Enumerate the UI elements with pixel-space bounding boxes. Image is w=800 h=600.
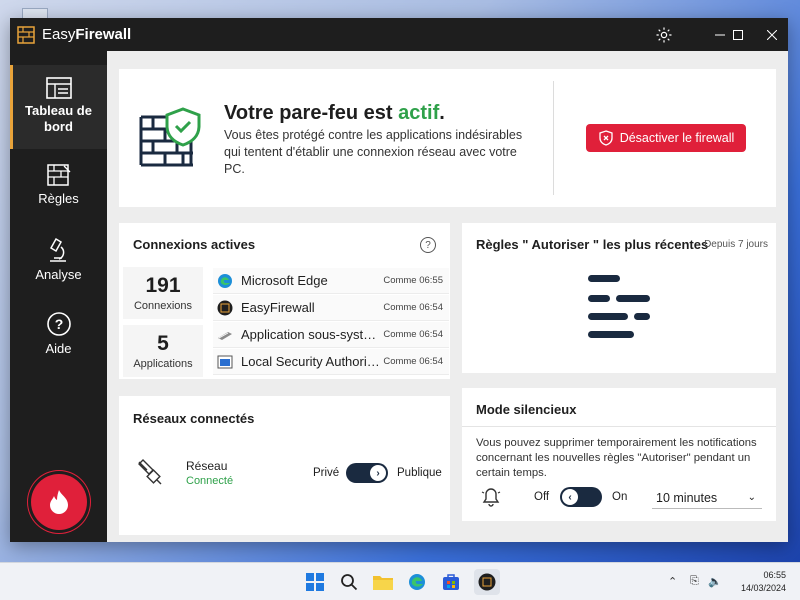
- chevron-left-icon: ‹: [562, 489, 578, 505]
- edge-browser-icon[interactable]: [406, 571, 428, 593]
- silent-title: Mode silencieux: [476, 402, 577, 417]
- network-name: Réseau: [186, 459, 228, 473]
- silent-duration-select[interactable]: 10 minutes ⌄: [652, 487, 762, 509]
- rules-title: Règles " Autoriser " les plus récentes: [476, 237, 709, 252]
- active-connections-panel: Connexions actives ? 191 Connexions 5 Ap…: [119, 223, 450, 379]
- sidebar-item-label: Analyse: [35, 267, 82, 282]
- microscope-icon: [49, 237, 66, 262]
- network-tray-icon[interactable]: ⎘: [690, 575, 699, 588]
- connection-row[interactable]: Microsoft Edge Comme 06:55: [213, 268, 449, 294]
- rules-period: Depuis 7 jours: [704, 239, 768, 250]
- disable-firewall-label: Désactiver le firewall: [619, 131, 735, 145]
- connection-name: Microsoft Edge: [241, 273, 328, 288]
- close-button[interactable]: [755, 18, 789, 51]
- connection-row[interactable]: Local Security Authorit... Comme 06:54: [213, 349, 449, 375]
- sidebar-item-label: Aide: [45, 341, 72, 356]
- edge-icon: [218, 273, 232, 288]
- divider: [553, 81, 554, 195]
- applications-label: Applications: [133, 358, 193, 370]
- firewall-status-panel: Votre pare-feu est actif. Vous êtes prot…: [119, 69, 776, 207]
- connection-row[interactable]: EasyFirewall Comme 06:54: [213, 295, 449, 321]
- connections-count: 191: [145, 274, 181, 297]
- fire-alert-button[interactable]: [31, 474, 87, 530]
- sidebar-item-label: Règles: [38, 191, 79, 206]
- clock-time: 06:55: [763, 570, 786, 580]
- connection-name: Application sous-systè...: [241, 327, 381, 342]
- connected-networks-panel: Réseaux connectés Réseau Connecté Privé …: [119, 396, 450, 535]
- divider: [462, 426, 776, 427]
- connection-name: EasyFirewall: [241, 300, 315, 315]
- shield-wall-icon: [139, 107, 201, 167]
- title-bar: EasyFirewall: [10, 18, 788, 51]
- bell-icon: [481, 488, 501, 507]
- applications-stat: 5 Applications: [123, 325, 203, 377]
- sidebar: Tableau de bord Règles Analyse ? Aide: [10, 51, 107, 542]
- sidebar-item-label: Tableau de bord: [25, 103, 92, 134]
- silent-mode-panel: Mode silencieux Vous pouvez supprimer te…: [462, 388, 776, 521]
- subsystem-app-icon: [218, 331, 232, 340]
- network-profile-toggle[interactable]: ›: [346, 463, 388, 483]
- dashboard-icon: [45, 77, 72, 99]
- connections-stat: 191 Connexions: [123, 267, 203, 319]
- help-icon: ?: [46, 312, 71, 336]
- connections-label: Connexions: [133, 300, 193, 312]
- security-authority-icon: [217, 355, 233, 368]
- recent-rules-panel: Règles " Autoriser " les plus récentes D…: [462, 223, 776, 373]
- on-label: On: [612, 491, 628, 503]
- easyfirewall-taskbar-icon[interactable]: [474, 569, 500, 595]
- svg-text:?: ?: [54, 316, 63, 332]
- store-icon[interactable]: [440, 571, 462, 593]
- silent-description: Vous pouvez supprimer temporairement les…: [476, 437, 757, 479]
- silent-mode-toggle[interactable]: ‹: [560, 487, 602, 507]
- network-status: Connecté: [186, 475, 234, 487]
- public-label: Publique: [397, 467, 442, 479]
- file-explorer-icon[interactable]: [372, 571, 394, 593]
- help-icon[interactable]: ?: [420, 237, 436, 253]
- sidebar-item-help[interactable]: ? Aide: [10, 311, 107, 375]
- easyfirewall-icon: [217, 300, 233, 315]
- status-title: Votre pare-feu est actif.: [224, 102, 445, 124]
- private-label: Privé: [313, 467, 340, 479]
- disable-firewall-button[interactable]: Désactiver le firewall: [586, 124, 746, 152]
- flame-icon: [50, 490, 68, 514]
- networks-title: Réseaux connectés: [133, 411, 255, 426]
- sidebar-item-rules[interactable]: Règles: [10, 163, 107, 227]
- status-description: Vous êtes protégé contre les application…: [224, 128, 523, 176]
- connection-time: Comme 06:54: [383, 356, 443, 367]
- app-logo-icon: [17, 25, 35, 44]
- search-icon[interactable]: [338, 571, 360, 593]
- rules-wall-icon: [46, 164, 70, 186]
- duration-value: 10 minutes: [656, 490, 718, 505]
- connection-time: Comme 06:55: [383, 275, 443, 286]
- connections-title: Connexions actives: [133, 237, 256, 252]
- chevron-up-icon[interactable]: ⌃: [668, 575, 677, 588]
- shield-x-icon: [599, 130, 613, 146]
- connection-row[interactable]: Application sous-systè... Comme 06:54: [213, 322, 449, 348]
- taskbar: ⌃ ⎘ 🔈 06:55 14/03/2024: [0, 562, 800, 600]
- chevron-down-icon: ⌄: [747, 492, 756, 503]
- app-title: EasyFirewall: [42, 26, 132, 43]
- connection-time: Comme 06:54: [383, 329, 443, 340]
- easyfirewall-window: EasyFirewall Tableau de bord Règles Anal…: [10, 18, 788, 542]
- clock[interactable]: 06:55 14/03/2024: [741, 569, 786, 595]
- off-label: Off: [534, 491, 550, 503]
- connection-name: Local Security Authorit...: [241, 354, 381, 369]
- network-cable-icon: [138, 459, 162, 485]
- connection-time: Comme 06:54: [383, 302, 443, 313]
- chevron-right-icon: ›: [370, 465, 386, 481]
- maximize-button[interactable]: [721, 18, 755, 51]
- windows-start-icon[interactable]: [304, 571, 326, 593]
- settings-gear-icon[interactable]: [647, 18, 681, 51]
- sidebar-item-dashboard[interactable]: Tableau de bord: [10, 65, 107, 149]
- applications-count: 5: [157, 332, 169, 355]
- sidebar-item-analyse[interactable]: Analyse: [10, 237, 107, 301]
- volume-icon[interactable]: 🔈: [708, 575, 722, 588]
- loading-placeholder-icon: [588, 275, 650, 338]
- clock-date: 14/03/2024: [740, 583, 786, 593]
